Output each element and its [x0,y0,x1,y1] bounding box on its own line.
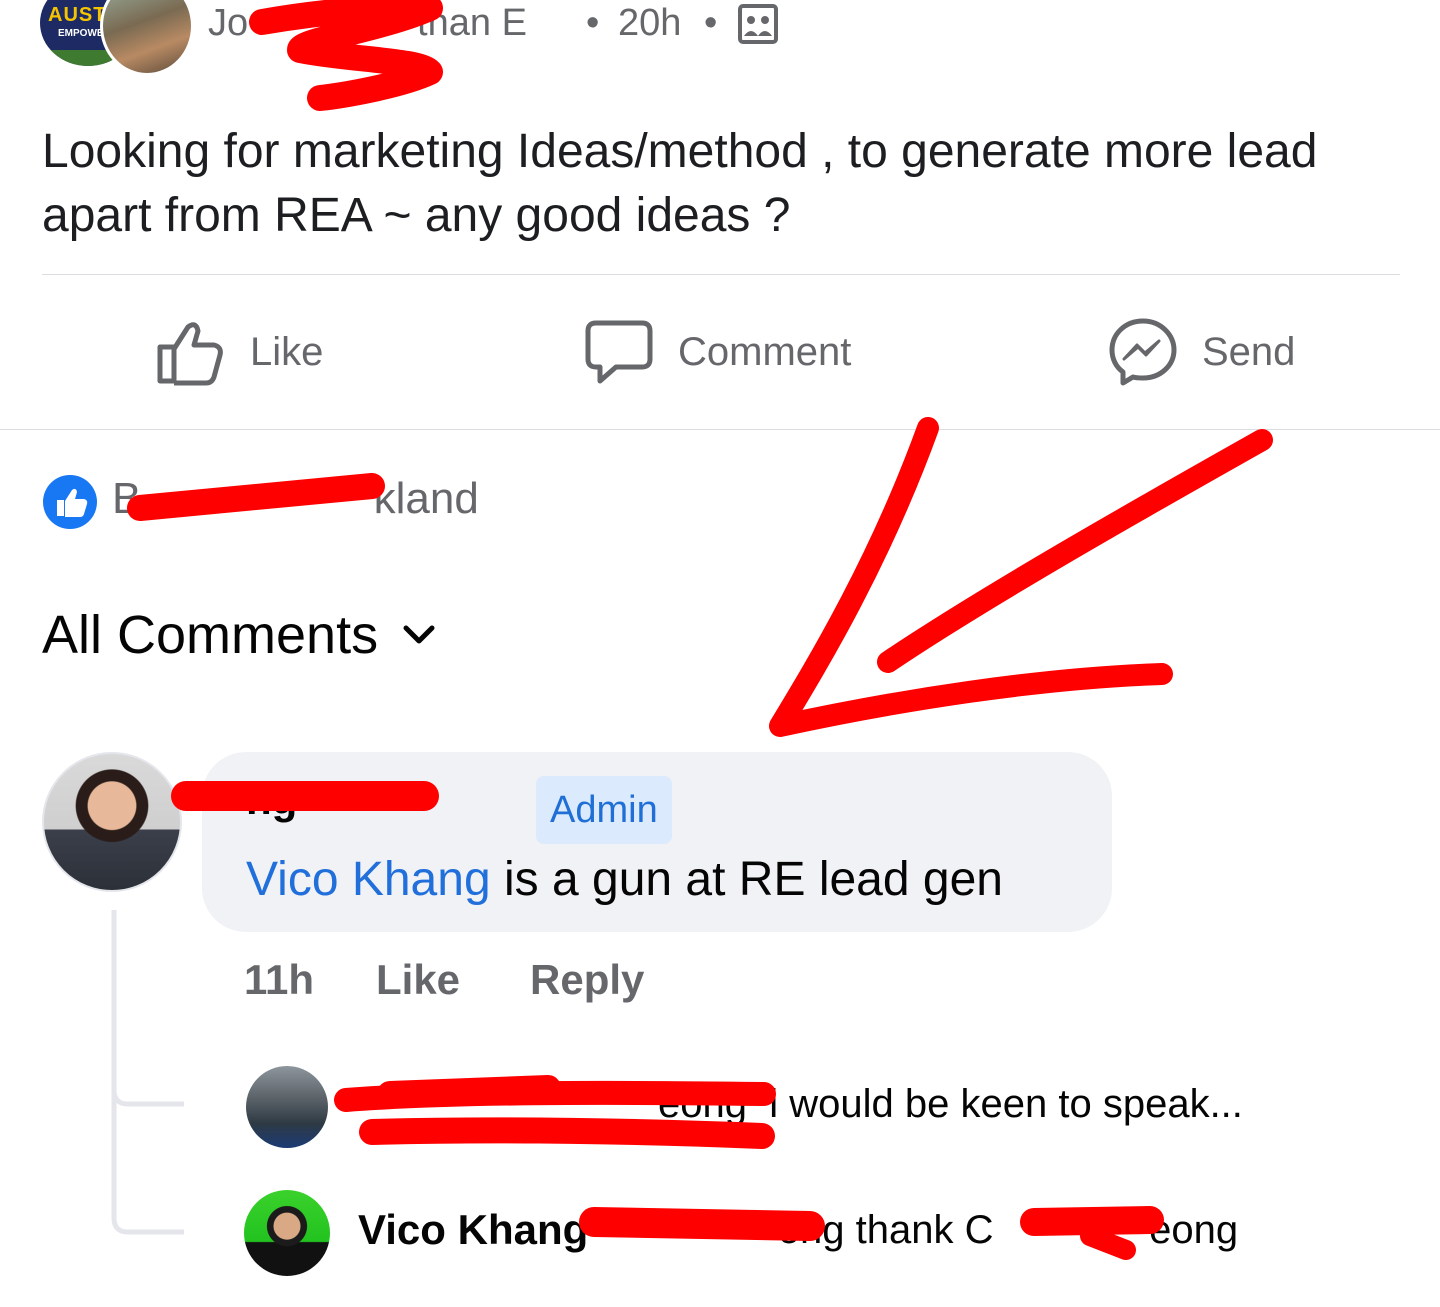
separator-dot: • [704,2,718,44]
reply-avatar[interactable] [246,1066,328,1148]
post-author-name[interactable]: Jo than E [208,2,527,45]
commenter-avatar[interactable] [42,752,182,892]
like-reaction-icon [43,475,97,529]
comments-filter-dropdown[interactable]: All Comments [42,604,436,666]
comment-reply-button[interactable]: Reply [530,956,644,1004]
commenter-name[interactable]: ng [246,776,297,824]
send-button[interactable]: Send [1108,316,1295,388]
annotation-arrow [877,429,1273,673]
annotation-arrow [769,417,1173,737]
reply-avatar[interactable] [244,1190,330,1276]
send-label: Send [1202,329,1296,374]
reply-text: ong thank C eong [600,1208,1239,1252]
like-button[interactable]: Like [156,316,323,388]
post-body-text: Looking for marketing Ideas/method , to … [42,125,1318,242]
comment-label: Comment [678,329,852,374]
group-badge-subtext: EMPOWE [58,28,104,39]
chevron-down-icon [403,625,435,644]
messenger-icon [1109,318,1177,386]
divider [42,274,1400,275]
comment-text-body: is a gun at RE lead gen [490,853,1003,906]
reply-thread-lines [111,910,184,1235]
comment-text: Vico Khang is a gun at RE lead gen [246,852,1003,907]
group-privacy-icon [738,4,778,44]
comment-timestamp[interactable]: 11h [244,956,314,1004]
like-label: Like [250,329,324,374]
comment-like-button[interactable]: Like [376,956,460,1004]
comment-button[interactable]: Comment [584,316,851,388]
redaction-scribble [359,1117,775,1149]
post-timestamp[interactable]: 20h [618,2,681,45]
reply-author-name[interactable]: Vico Khang [358,1206,588,1254]
admin-badge: Admin [536,776,672,844]
comments-filter-label: All Comments [42,605,379,665]
reactor-name[interactable]: B kland [112,474,479,524]
separator-dot: • [586,2,600,44]
divider [0,429,1440,430]
comment-bubble-icon [585,320,653,384]
reply-text: eong i would be keen to speak... [358,1082,1243,1126]
mention-link[interactable]: Vico Khang [246,853,491,906]
group-badge-text: AUST [48,4,107,26]
thumbs-up-icon [157,322,223,386]
